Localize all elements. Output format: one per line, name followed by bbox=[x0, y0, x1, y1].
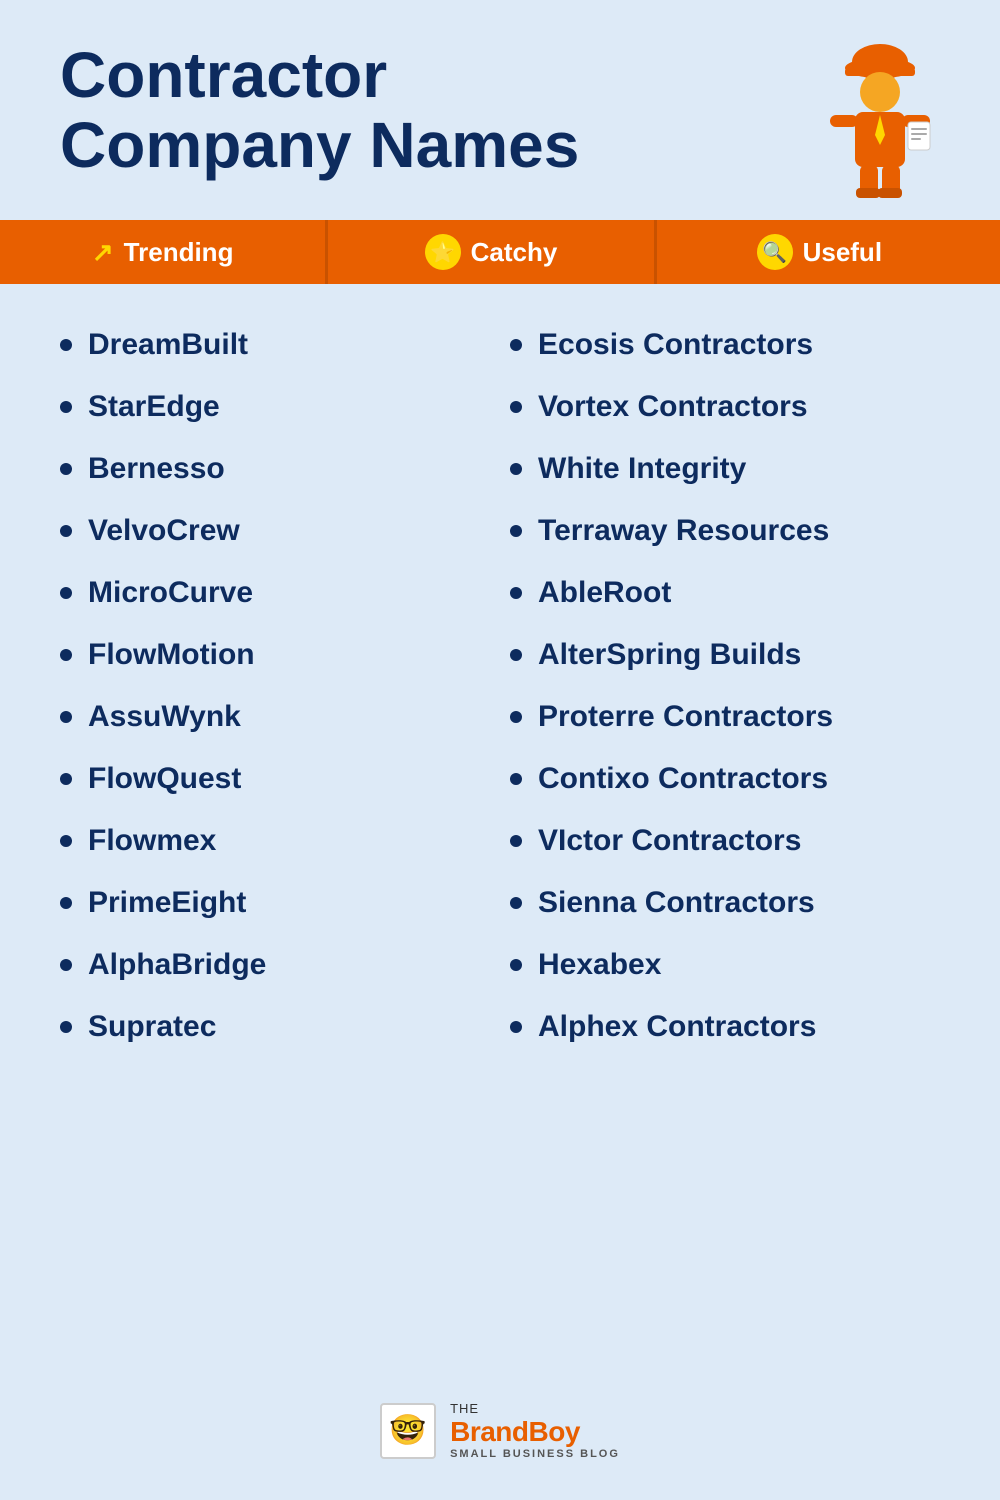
logo-emoji: 🤓 bbox=[389, 1413, 426, 1448]
list-item: Supratec bbox=[50, 996, 500, 1058]
list-item: Bernesso bbox=[50, 438, 500, 500]
bullet-icon bbox=[60, 773, 72, 785]
company-name: Sienna Contractors bbox=[538, 886, 815, 920]
list-item: Contixo Contractors bbox=[500, 748, 950, 810]
company-name: Ecosis Contractors bbox=[538, 328, 813, 362]
page-title: Contractor Company Names bbox=[60, 40, 579, 181]
names-grid: DreamBuilt StarEdge Bernesso VelvoCrew M… bbox=[50, 314, 950, 1058]
list-item: White Integrity bbox=[500, 438, 950, 500]
company-name: Proterre Contractors bbox=[538, 700, 833, 734]
names-left-column: DreamBuilt StarEdge Bernesso VelvoCrew M… bbox=[50, 314, 500, 1058]
company-name: Supratec bbox=[88, 1010, 216, 1044]
list-item: FlowMotion bbox=[50, 624, 500, 686]
bullet-icon bbox=[60, 339, 72, 351]
footer-logo: 🤓 bbox=[380, 1403, 436, 1459]
list-item: StarEdge bbox=[50, 376, 500, 438]
list-item: Hexabex bbox=[500, 934, 950, 996]
list-item: AlterSpring Builds bbox=[500, 624, 950, 686]
company-name: AssuWynk bbox=[88, 700, 241, 734]
bullet-icon bbox=[510, 711, 522, 723]
company-name: Flowmex bbox=[88, 824, 216, 858]
company-name: Terraway Resources bbox=[538, 514, 829, 548]
company-name: Alphex Contractors bbox=[538, 1010, 816, 1044]
header: Contractor Company Names bbox=[0, 0, 1000, 220]
footer-the-label: the bbox=[450, 1401, 479, 1416]
footer-brandboy-label: BrandBoy bbox=[450, 1416, 580, 1448]
company-name: PrimeEight bbox=[88, 886, 246, 920]
company-name: AlterSpring Builds bbox=[538, 638, 801, 672]
bullet-icon bbox=[510, 587, 522, 599]
bullet-icon bbox=[510, 959, 522, 971]
contractor-icon bbox=[820, 40, 940, 200]
list-item: PrimeEight bbox=[50, 872, 500, 934]
list-item: Vortex Contractors bbox=[500, 376, 950, 438]
tab-catchy[interactable]: ⭐ Catchy bbox=[328, 220, 656, 284]
company-name: Vortex Contractors bbox=[538, 390, 808, 424]
list-item: MicroCurve bbox=[50, 562, 500, 624]
tab-trending[interactable]: ↗ Trending bbox=[0, 220, 328, 284]
footer-brand-text: the BrandBoy SMALL BUSINESS BLOG bbox=[450, 1401, 620, 1460]
star-icon: ⭐ bbox=[425, 234, 461, 270]
company-name: Bernesso bbox=[88, 452, 225, 486]
bullet-icon bbox=[510, 339, 522, 351]
bullet-icon bbox=[60, 401, 72, 413]
company-name: AlphaBridge bbox=[88, 948, 266, 982]
list-item: AbleRoot bbox=[500, 562, 950, 624]
bullet-icon bbox=[60, 587, 72, 599]
company-name: White Integrity bbox=[538, 452, 746, 486]
bullet-icon bbox=[60, 525, 72, 537]
list-item: Ecosis Contractors bbox=[500, 314, 950, 376]
bullet-icon bbox=[510, 463, 522, 475]
list-item: VelvoCrew bbox=[50, 500, 500, 562]
bullet-icon bbox=[60, 1021, 72, 1033]
company-name: MicroCurve bbox=[88, 576, 253, 610]
list-item: AssuWynk bbox=[50, 686, 500, 748]
bullet-icon bbox=[510, 401, 522, 413]
bullet-icon bbox=[510, 773, 522, 785]
bullet-icon bbox=[60, 649, 72, 661]
list-item: FlowQuest bbox=[50, 748, 500, 810]
company-name: AbleRoot bbox=[538, 576, 671, 610]
list-item: Sienna Contractors bbox=[500, 872, 950, 934]
company-name: Contixo Contractors bbox=[538, 762, 828, 796]
list-item: AlphaBridge bbox=[50, 934, 500, 996]
names-right-column: Ecosis Contractors Vortex Contractors Wh… bbox=[500, 314, 950, 1058]
bullet-icon bbox=[510, 1021, 522, 1033]
list-item: DreamBuilt bbox=[50, 314, 500, 376]
footer-subtitle-label: SMALL BUSINESS BLOG bbox=[450, 1448, 620, 1460]
tab-trending-label: Trending bbox=[124, 237, 234, 268]
search-icon: 🔍 bbox=[757, 234, 793, 270]
bullet-icon bbox=[510, 835, 522, 847]
bullet-icon bbox=[510, 525, 522, 537]
list-item: Alphex Contractors bbox=[500, 996, 950, 1058]
bullet-icon bbox=[510, 649, 522, 661]
company-name: StarEdge bbox=[88, 390, 220, 424]
side-accent-bar bbox=[982, 220, 1000, 284]
company-name: DreamBuilt bbox=[88, 328, 248, 362]
company-name: VelvoCrew bbox=[88, 514, 240, 548]
company-name: FlowMotion bbox=[88, 638, 255, 672]
tab-useful-label: Useful bbox=[803, 237, 882, 268]
list-item: Terraway Resources bbox=[500, 500, 950, 562]
names-section: DreamBuilt StarEdge Bernesso VelvoCrew M… bbox=[0, 284, 1000, 1371]
tab-catchy-label: Catchy bbox=[471, 237, 558, 268]
tab-useful[interactable]: 🔍 Useful bbox=[657, 220, 982, 284]
bullet-icon bbox=[510, 897, 522, 909]
trending-icon: ↗ bbox=[92, 237, 114, 268]
company-name: VIctor Contractors bbox=[538, 824, 801, 858]
company-name: Hexabex bbox=[538, 948, 661, 982]
company-name: FlowQuest bbox=[88, 762, 241, 796]
bullet-icon bbox=[60, 835, 72, 847]
bullet-icon bbox=[60, 463, 72, 475]
footer: 🤓 the BrandBoy SMALL BUSINESS BLOG bbox=[0, 1371, 1000, 1500]
bullet-icon bbox=[60, 897, 72, 909]
list-item: Flowmex bbox=[50, 810, 500, 872]
bullet-icon bbox=[60, 959, 72, 971]
list-item: VIctor Contractors bbox=[500, 810, 950, 872]
list-item: Proterre Contractors bbox=[500, 686, 950, 748]
tabs-bar: ↗ Trending ⭐ Catchy 🔍 Useful bbox=[0, 220, 1000, 284]
bullet-icon bbox=[60, 711, 72, 723]
